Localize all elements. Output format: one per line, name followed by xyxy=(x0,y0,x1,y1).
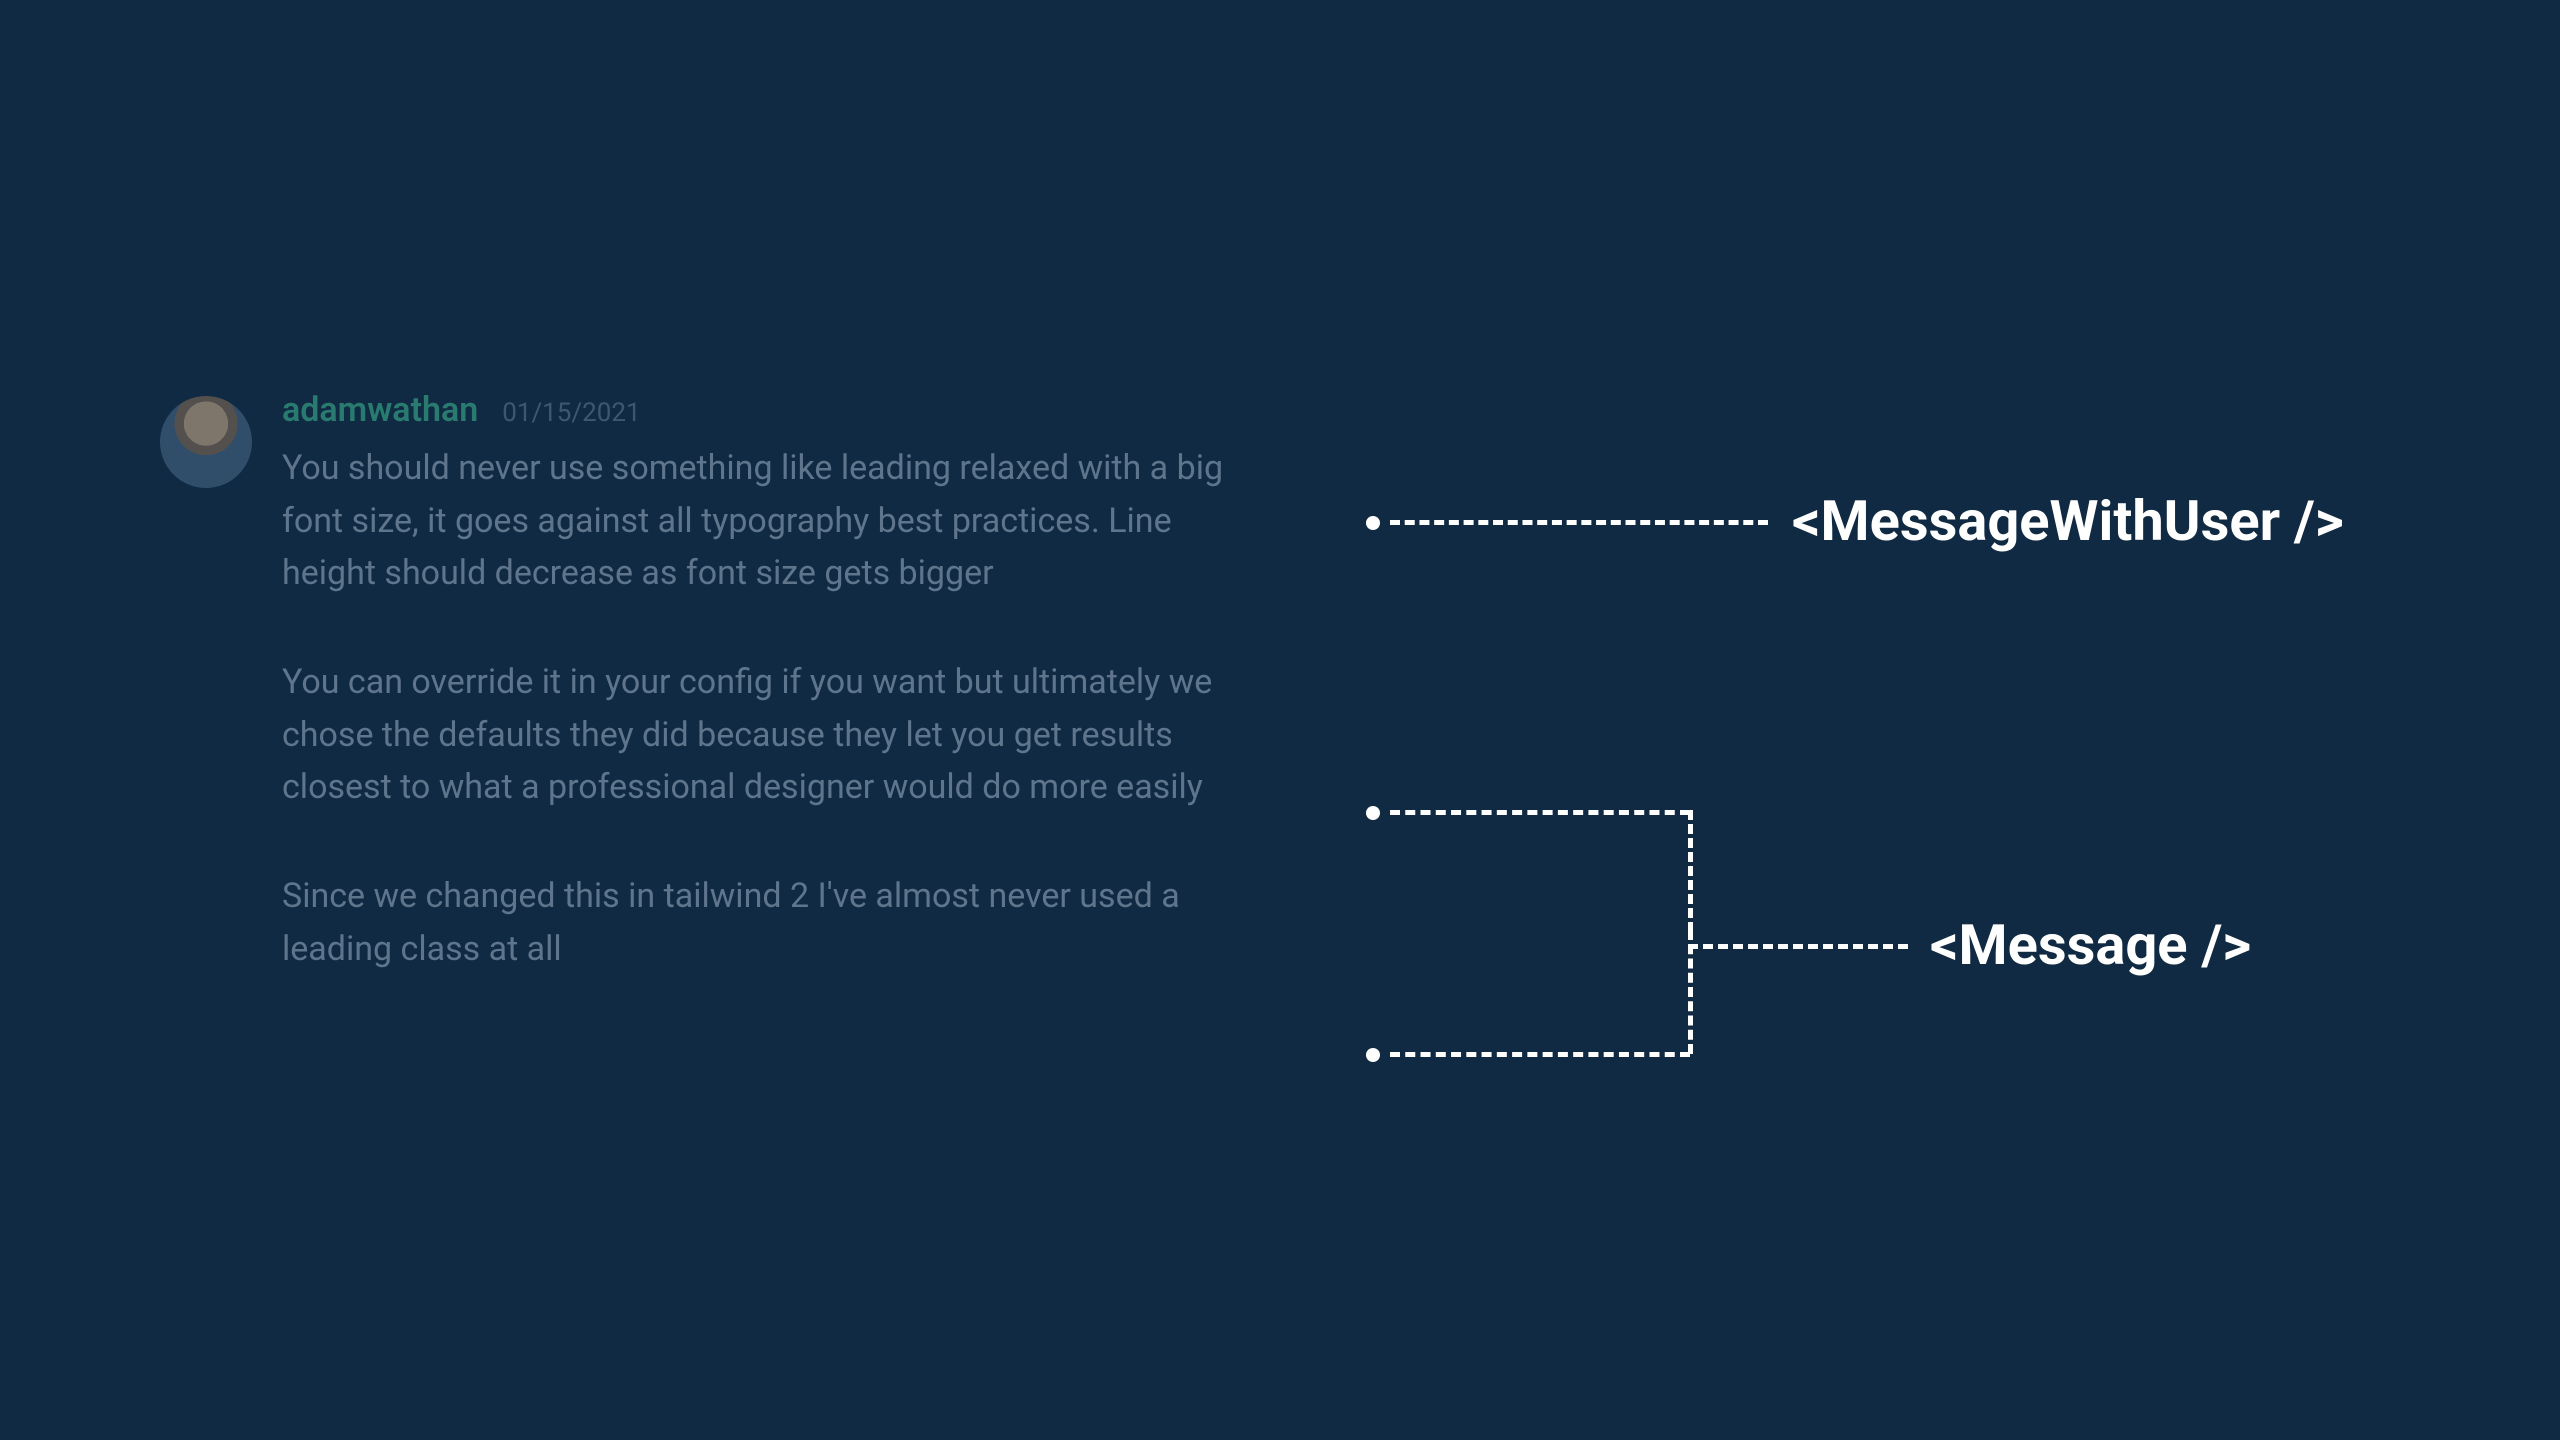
pointer-line xyxy=(1390,520,1768,525)
component-label-message-with-user: <MessageWithUser /> xyxy=(1792,488,2344,554)
component-label-message: <Message /> xyxy=(1930,912,2251,978)
pointer-dot-icon xyxy=(1366,1048,1380,1062)
pointer-dot-icon xyxy=(1366,516,1380,530)
message-paragraph: You should never use something like lead… xyxy=(282,442,1242,600)
pointer-line xyxy=(1688,944,1908,949)
message-header: adamwathan 01/15/2021 xyxy=(282,390,1260,430)
avatar xyxy=(160,396,252,488)
chat-message: adamwathan 01/15/2021 You should never u… xyxy=(160,390,1260,976)
timestamp: 01/15/2021 xyxy=(502,398,640,428)
pointer-line xyxy=(1688,810,1693,932)
message-body: adamwathan 01/15/2021 You should never u… xyxy=(282,390,1260,976)
message-paragraph: Since we changed this in tailwind 2 I've… xyxy=(282,870,1242,975)
message-paragraph: You can override it in your config if yo… xyxy=(282,656,1242,814)
username: adamwathan xyxy=(282,390,478,430)
slide: adamwathan 01/15/2021 You should never u… xyxy=(0,0,2560,1440)
pointer-line xyxy=(1390,810,1690,815)
pointer-line xyxy=(1390,1052,1690,1057)
pointer-dot-icon xyxy=(1366,806,1380,820)
